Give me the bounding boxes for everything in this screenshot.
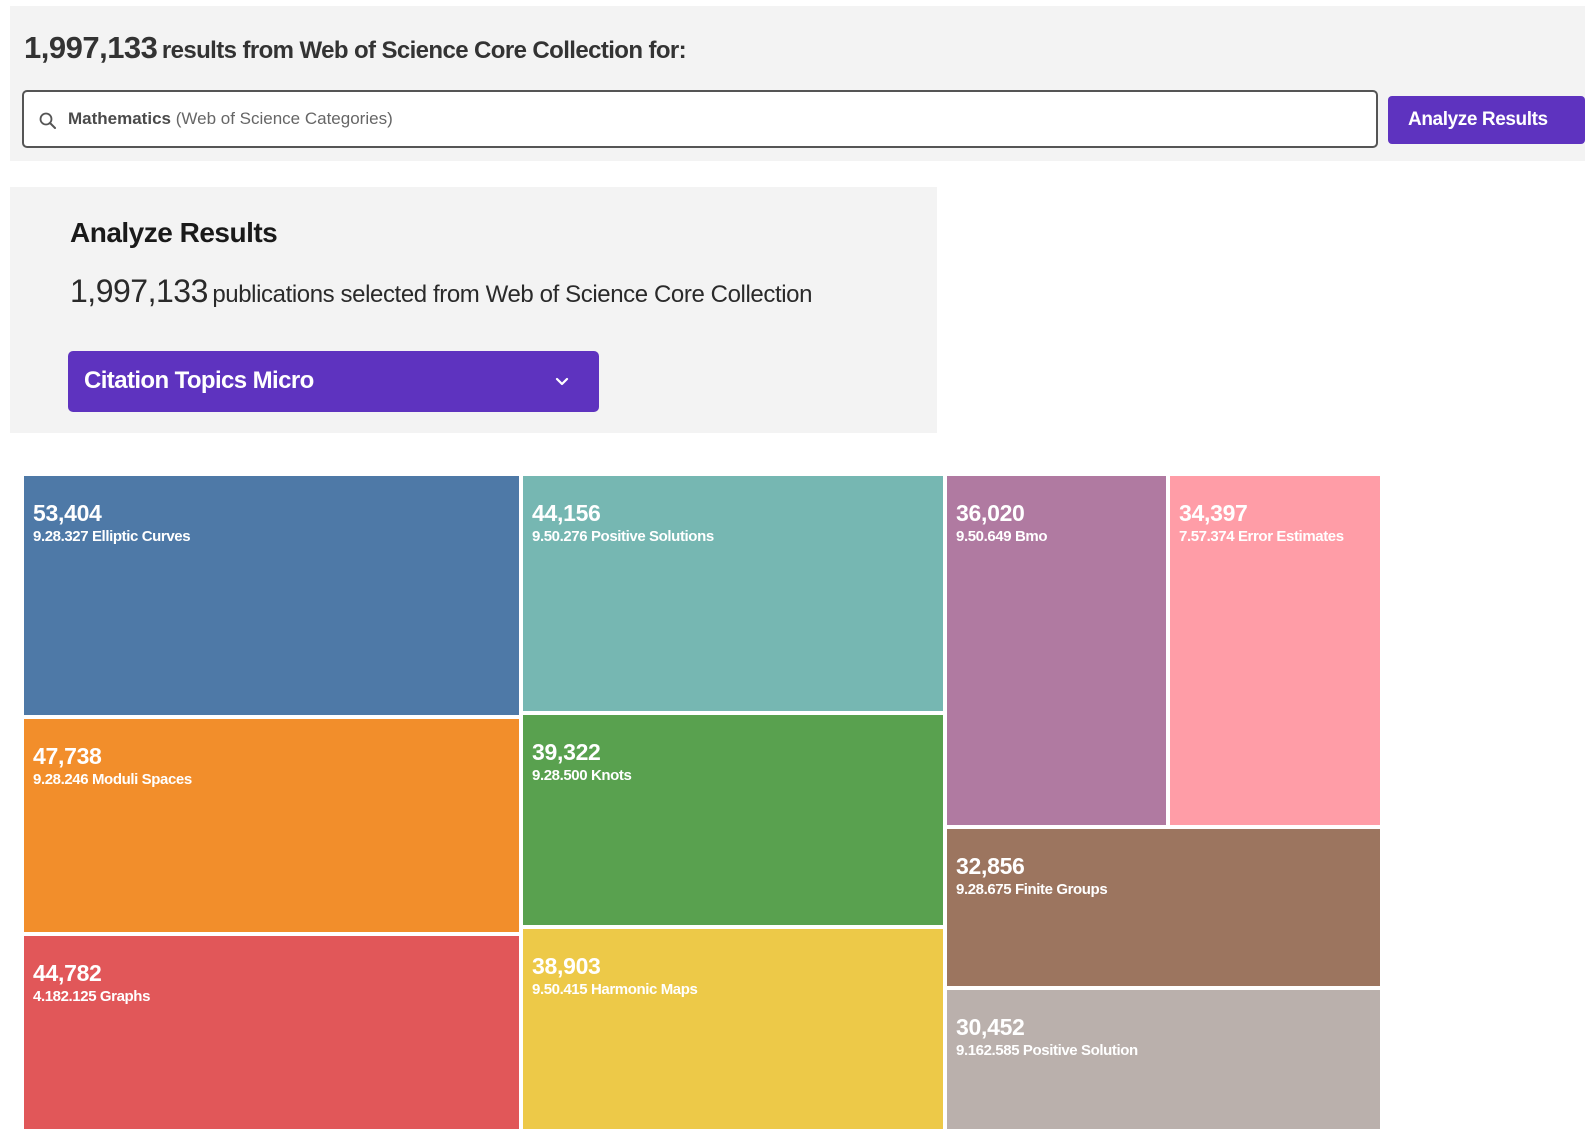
treemap-tile[interactable]: 53,404 9.28.327 Elliptic Curves <box>24 476 519 715</box>
selection-source-text: publications selected from Web of Scienc… <box>212 281 813 308</box>
results-summary: 1,997,133 results from Web of Science Co… <box>24 30 687 66</box>
treemap-tile-label: 9.28.246 Moduli Spaces <box>33 770 192 788</box>
treemap-tile[interactable]: 39,322 9.28.500 Knots <box>523 715 943 925</box>
treemap-tile[interactable]: 30,452 9.162.585 Positive Solution <box>947 990 1380 1129</box>
treemap-tile[interactable]: 36,020 9.50.649 Bmo <box>947 476 1166 825</box>
treemap-tile-label: 9.28.675 Finite Groups <box>956 881 1108 898</box>
analyze-results-title: Analyze Results <box>70 217 278 248</box>
treemap-tile-count: 32,856 <box>956 853 1025 879</box>
treemap-tile-label: 9.50.276 Positive Solutions <box>532 528 714 545</box>
treemap-tile-label: 4.182.125 Graphs <box>33 987 151 1005</box>
citation-topics-treemap: 53,404 9.28.327 Elliptic Curves 47,738 9.28… <box>24 476 1380 1129</box>
treemap-tile-count: 36,020 <box>956 500 1025 526</box>
treemap-tile-count: 38,903 <box>532 952 601 979</box>
selection-count: 1,997,133 <box>70 273 208 309</box>
treemap-tile-count: 30,452 <box>956 1014 1025 1041</box>
analyze-field-value: Citation Topics Micro <box>84 367 314 394</box>
treemap-tile-count: 34,397 <box>1179 500 1248 526</box>
analyze-field-select[interactable]: Citation Topics Micro <box>68 351 599 412</box>
treemap-tile-count: 53,404 <box>33 500 102 526</box>
selection-summary: 1,997,133 publications selected from Web… <box>70 273 812 310</box>
treemap-tile-label: 9.28.327 Elliptic Curves <box>33 528 191 545</box>
chevron-down-icon <box>555 377 569 386</box>
treemap-tile-label: 7.57.374 Error Estimates <box>1179 528 1344 545</box>
treemap-tile-label: 9.162.585 Positive Solution <box>956 1042 1138 1060</box>
search-icon <box>39 112 56 129</box>
treemap-tile-count: 39,322 <box>532 739 601 766</box>
search-term: Mathematics <box>68 109 171 128</box>
results-header: 1,997,133 results from Web of Science Co… <box>10 6 1585 161</box>
results-count: 1,997,133 <box>24 30 158 65</box>
treemap-tile[interactable]: 47,738 9.28.246 Moduli Spaces <box>24 718 519 932</box>
treemap-tile-label: 9.50.415 Harmonic Maps <box>532 980 698 998</box>
treemap-tile[interactable]: 34,397 7.57.374 Error Estimates <box>1170 476 1380 825</box>
analyze-results-panel: Analyze Results 1,997,133 publications s… <box>10 187 937 433</box>
results-source-text: results from Web of Science Core Collect… <box>161 37 687 64</box>
treemap-tile[interactable]: 38,903 9.50.415 Harmonic Maps <box>523 928 943 1129</box>
treemap-tile[interactable]: 44,156 9.50.276 Positive Solutions <box>523 476 943 712</box>
search-qualifier: (Web of Science Categories) <box>175 109 393 128</box>
treemap-tile-label: 9.28.500 Knots <box>532 767 632 785</box>
treemap-tile-count: 47,738 <box>33 742 102 769</box>
treemap-tile-count: 44,156 <box>532 500 601 526</box>
search-query-field[interactable]: Mathematics (Web of Science Categories) <box>22 90 1378 148</box>
treemap-tile-label: 9.50.649 Bmo <box>956 528 1048 545</box>
analyze-results-button[interactable]: Analyze Results <box>1388 96 1585 144</box>
treemap-tile-count: 44,782 <box>33 959 102 986</box>
search-query-value: Mathematics (Web of Science Categories) <box>68 109 393 129</box>
treemap-tile[interactable]: 32,856 9.28.675 Finite Groups <box>947 829 1380 987</box>
treemap-tile[interactable]: 44,782 4.182.125 Graphs <box>24 935 519 1129</box>
